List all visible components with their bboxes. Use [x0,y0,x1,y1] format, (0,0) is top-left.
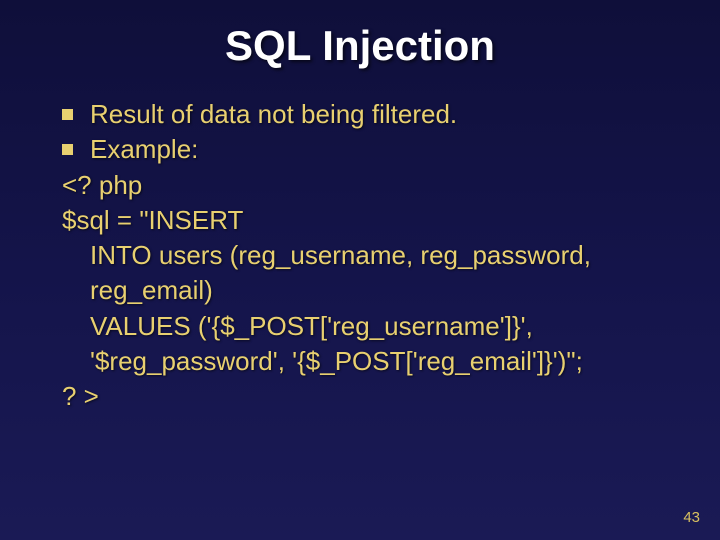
page-number: 43 [683,509,700,526]
code-line: <? php [62,169,672,202]
code-line: VALUES ('{$_POST['reg_username']}', [62,310,672,343]
bullet-text: Result of data not being filtered. [90,99,457,129]
code-line: $sql = "INSERT [62,204,672,237]
code-line: ? > [62,380,672,413]
bullet-icon [62,109,73,120]
slide: SQL Injection Result of data not being f… [0,0,720,540]
bullet-icon [62,144,73,155]
slide-content: Result of data not being filtered. Examp… [62,98,672,413]
code-line: reg_email) [62,274,672,307]
bullet-item: Result of data not being filtered. [62,98,672,131]
slide-title: SQL Injection [0,0,720,70]
bullet-text: Example: [90,134,198,164]
code-line: '$reg_password', '{$_POST['reg_email']}'… [62,345,672,378]
code-line: INTO users (reg_username, reg_password, [62,239,672,272]
bullet-item: Example: [62,133,672,166]
